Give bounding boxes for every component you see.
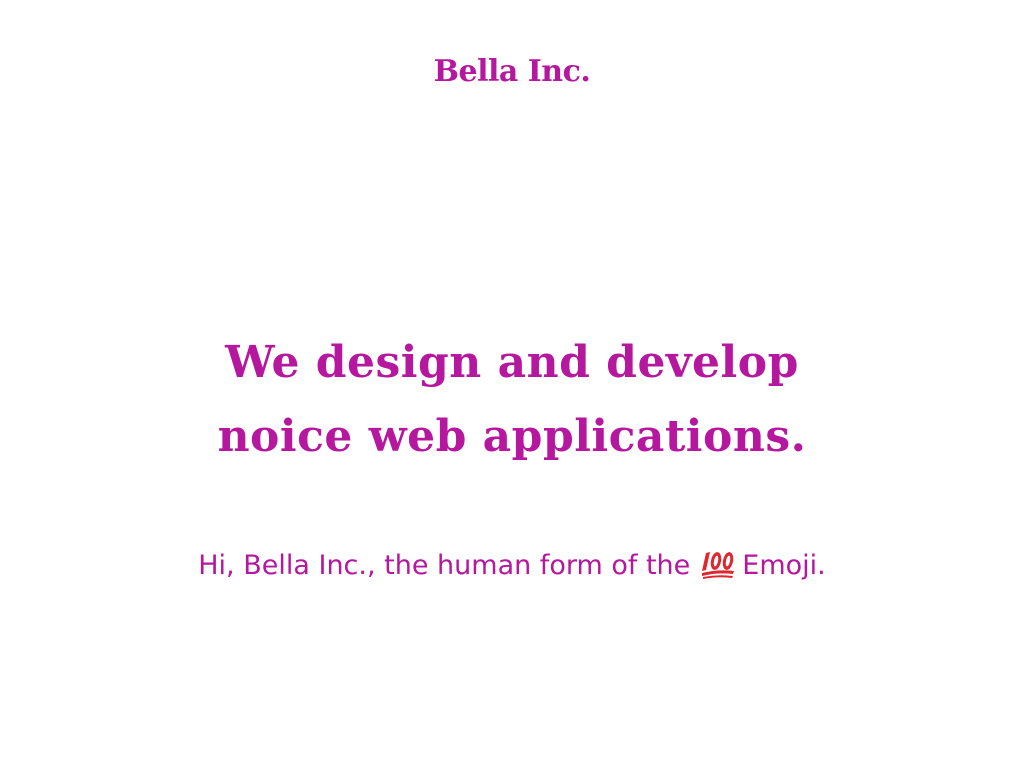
- hero-headline-line-2: noice web applications.: [217, 411, 807, 462]
- hero-headline: We design and develop noice web applicat…: [172, 326, 852, 474]
- hero-section: We design and develop noice web applicat…: [0, 326, 1024, 474]
- hero-headline-line-1: We design and develop: [225, 337, 799, 388]
- hero-intro-text: Hi, Bella Inc., the human form of the: [198, 550, 691, 581]
- hero-intro-suffix: Emoji.: [742, 550, 826, 581]
- hero-intro: Hi, Bella Inc., the human form of the Em…: [0, 547, 1024, 585]
- hundred-points-icon: [700, 549, 736, 579]
- brand-logo-link[interactable]: Bella Inc.: [0, 48, 1024, 96]
